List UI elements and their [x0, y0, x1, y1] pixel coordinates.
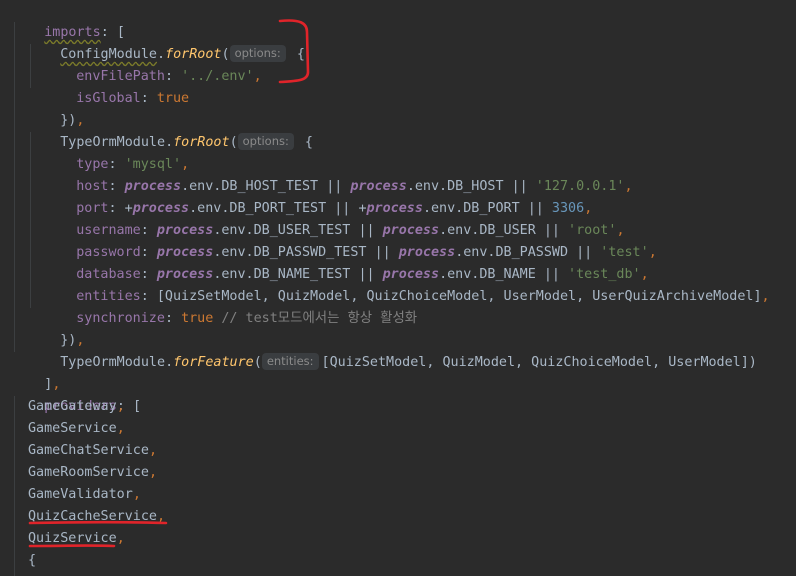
code-line[interactable]: ConfigModule.forRoot(options: {: [28, 22, 305, 44]
code-line[interactable]: database: process.env.DB_NAME_TEST || pr…: [44, 242, 649, 264]
code-line[interactable]: }),: [28, 88, 84, 110]
code-line[interactable]: envFilePath: '../.env',: [44, 44, 262, 66]
code-line[interactable]: port: +process.env.DB_PORT_TEST || +proc…: [44, 176, 592, 198]
code-line[interactable]: TypeOrmModule.forFeature(entities:[QuizS…: [28, 330, 757, 352]
code-line[interactable]: username: process.env.DB_USER_TEST || pr…: [44, 198, 625, 220]
code-line[interactable]: TypeOrmModule.forRoot(options: {: [28, 110, 313, 132]
code-line[interactable]: ],: [12, 352, 60, 374]
code-line[interactable]: host: process.env.DB_HOST_TEST || proces…: [44, 154, 633, 176]
code-line[interactable]: providers: [: [12, 374, 141, 396]
provider-item[interactable]: QuizCacheService,: [28, 506, 165, 528]
indent-guide: [14, 22, 15, 352]
code-comment: // test모드에서는 항상 활성화: [213, 311, 417, 326]
provider-item[interactable]: GameGateway,: [28, 396, 125, 418]
code-line[interactable]: imports: [: [12, 0, 125, 22]
code-line[interactable]: password: process.env.DB_PASSWD_TEST || …: [44, 220, 657, 242]
provider-item[interactable]: GameService,: [28, 418, 125, 440]
provider-item[interactable]: GameChatService,: [28, 440, 157, 462]
code-line[interactable]: {: [28, 550, 36, 572]
provider-item[interactable]: GameValidator,: [28, 484, 141, 506]
code-line[interactable]: synchronize: true // test모드에서는 항상 활성화: [44, 286, 417, 308]
provider-item[interactable]: QuizService,: [28, 528, 125, 550]
parameter-hint: entities:: [262, 353, 319, 370]
code-line[interactable]: }),: [28, 308, 84, 330]
code-line[interactable]: isGlobal: true: [44, 66, 189, 88]
code-line[interactable]: type: 'mysql',: [44, 132, 189, 154]
provider-item[interactable]: GameRoomService,: [28, 462, 157, 484]
parameter-hint: options:: [238, 133, 294, 150]
code-editor[interactable]: imports: [ ConfigModule.forRoot(options:…: [0, 0, 796, 575]
code-line[interactable]: entities: [QuizSetModel, QuizModel, Quiz…: [44, 264, 770, 286]
